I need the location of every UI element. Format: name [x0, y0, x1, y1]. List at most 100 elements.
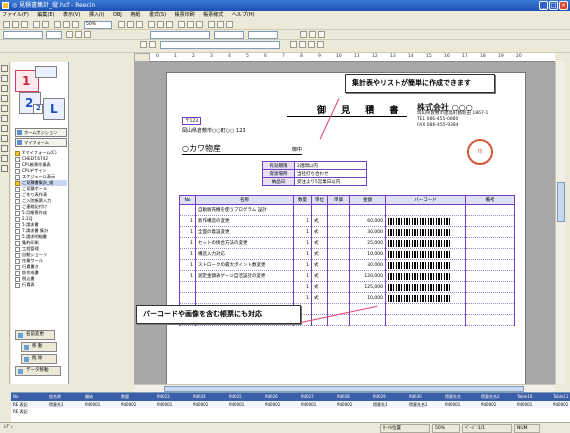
home-position-button[interactable]: ホームポジション	[15, 128, 67, 137]
grid-cell[interactable]: fld0001	[443, 401, 479, 408]
client-name-field[interactable]: ○カワ物産 御中	[182, 143, 302, 155]
distribute-h-icon[interactable]	[290, 41, 297, 48]
print-icon[interactable]	[33, 21, 40, 28]
horizontal-scrollbar[interactable]	[134, 384, 555, 392]
grid-cell[interactable]: fld0001	[299, 401, 335, 408]
pointer-icon[interactable]	[1, 65, 8, 72]
fill-color-icon[interactable]	[309, 31, 316, 38]
check-tool-icon[interactable]	[1, 165, 8, 172]
delete-button[interactable]: 削 除	[21, 354, 57, 364]
zip-code[interactable]: 〒123	[182, 117, 202, 125]
image-tool-icon[interactable]	[1, 125, 8, 132]
zoom-select[interactable]: 50%	[84, 21, 112, 29]
company-seal-stamp[interactable]: 印	[467, 139, 493, 165]
align-center-icon[interactable]	[187, 21, 194, 28]
font-size-select[interactable]	[46, 31, 62, 39]
menu-format[interactable]: 書式(S)	[149, 12, 166, 18]
grid-cell[interactable]: fld0001	[119, 401, 155, 408]
text-tool-icon[interactable]	[1, 75, 8, 82]
bold-icon[interactable]	[66, 31, 73, 38]
grid-cell[interactable]: RE 表記	[11, 408, 47, 415]
grid-column-header[interactable]: fld026	[263, 393, 299, 401]
tree-item[interactable]: CHEDT.6742	[15, 156, 67, 162]
paste-icon[interactable]	[72, 21, 79, 28]
data-grid-row[interactable]: RE 表記 得意先1 fld0001 fld0001 fld0001 fld0001 fld…	[11, 401, 570, 408]
formula-field[interactable]	[160, 41, 280, 49]
grid-cell[interactable]: fld0001	[83, 401, 119, 408]
menu-form[interactable]: 帳票様式	[203, 12, 223, 18]
grid-column-header[interactable]: fld027	[299, 393, 335, 401]
distribute-v-icon[interactable]	[299, 41, 306, 48]
menu-file[interactable]: ファイル(F)	[2, 12, 29, 18]
page-thumbnail-3[interactable]: L	[43, 98, 65, 120]
menu-print[interactable]: 帳票印刷	[175, 12, 195, 18]
ellipse-tool-icon[interactable]	[1, 105, 8, 112]
grid-column-header[interactable]: Table10	[515, 393, 551, 401]
grid-cell[interactable]: fld0001	[191, 401, 227, 408]
issuer-block[interactable]: 株式会社 ○○○ 岡山県倉敷市連島町鶴新田 1867-1 TEL 086-455…	[417, 104, 522, 129]
grid-column-header[interactable]: fld024	[191, 393, 227, 401]
grid-icon[interactable]	[118, 21, 125, 28]
menu-obj[interactable]: OBJ	[113, 12, 122, 18]
grid-column-header[interactable]: 仮名称	[47, 393, 83, 401]
design-canvas[interactable]: 御 見 積 書 〒123 岡山県倉敷市○○町○○ 123 ○カワ物産 御中 株式…	[134, 62, 555, 384]
grid-column-header[interactable]: fld025	[227, 393, 263, 401]
page-thumbnail-tab[interactable]	[35, 66, 57, 78]
menu-insert[interactable]: 挿入(I)	[89, 12, 104, 18]
grid-column-header[interactable]: Table11	[551, 393, 570, 401]
text-icon[interactable]	[166, 21, 173, 28]
grid-cell[interactable]: fld0001	[263, 401, 299, 408]
new-icon[interactable]	[3, 21, 10, 28]
field-tool-icon[interactable]	[1, 145, 8, 152]
line-tool-icon[interactable]	[1, 85, 8, 92]
underline-icon[interactable]	[84, 31, 91, 38]
move-button[interactable]: 移 動	[21, 342, 57, 352]
same-height-icon[interactable]	[317, 41, 324, 48]
grid-cell[interactable]: RE 表記	[11, 401, 47, 408]
form-page[interactable]: 御 見 積 書 〒123 岡山県倉敷市○○町○○ 123 ○カワ物産 御中 株式…	[166, 72, 526, 384]
grid-column-header[interactable]: fld023	[155, 393, 191, 401]
grid-column-header[interactable]: fld029	[371, 393, 407, 401]
font-select[interactable]	[3, 31, 43, 39]
tree-item[interactable]: 行賃表	[15, 282, 67, 288]
table-tool-icon[interactable]	[1, 115, 8, 122]
ruler-icon[interactable]	[149, 41, 156, 48]
grid-column-header[interactable]: fld030	[407, 393, 443, 401]
grid-cell[interactable]: fld0001	[227, 401, 263, 408]
rect-tool-icon[interactable]	[1, 95, 8, 102]
y-position-field[interactable]	[248, 31, 278, 39]
item-row[interactable]: 1 ストロークの最大ポイント数変更 1 式 30,000	[179, 259, 515, 271]
item-row[interactable]: 1 新作構造の変更 1 式 60,000	[179, 215, 515, 227]
grid-cell[interactable]: fld0001	[515, 401, 551, 408]
grid-column-header[interactable]: No	[11, 393, 47, 401]
page-thumbnail-4[interactable]: 2	[33, 104, 43, 114]
open-icon[interactable]	[12, 21, 19, 28]
object-name-field[interactable]	[150, 31, 210, 39]
item-row[interactable]: 自動販売機を使うプログラム 設計	[179, 204, 515, 216]
align-left-icon[interactable]	[178, 21, 185, 28]
minimize-button[interactable]: _	[539, 1, 548, 10]
grid-column-header[interactable]: 数量	[119, 393, 155, 401]
grid-cell[interactable]: fld0001	[335, 401, 371, 408]
vertical-scrollbar[interactable]	[555, 62, 565, 384]
vertical-scroll-thumb[interactable]	[557, 182, 565, 222]
barcode-icon[interactable]	[157, 21, 164, 28]
menu-paper[interactable]: 用紙	[130, 12, 140, 18]
item-row[interactable]: 1 全面の着設変更 1 式 30,000	[179, 226, 515, 238]
send-back-icon[interactable]	[217, 21, 224, 28]
grid-cell[interactable]: fld0001	[551, 401, 570, 408]
chart-icon[interactable]	[136, 21, 143, 28]
grid-cell[interactable]: 得意先1	[371, 401, 407, 408]
grid-cell[interactable]: 得意先名1	[407, 401, 443, 408]
menu-help[interactable]: ヘルプ(H)	[232, 12, 255, 18]
grid-cell[interactable]: fld0001	[479, 401, 515, 408]
data-grid[interactable]: No 仮名称 開始 数量 fld023 fld024 fld025 fld026 fld027 f…	[11, 392, 570, 422]
calc-tool-icon[interactable]	[1, 155, 8, 162]
data-move-button[interactable]: データ移動	[15, 366, 61, 376]
grid-column-header[interactable]: fld028	[335, 393, 371, 401]
copy-icon[interactable]	[63, 21, 70, 28]
cut-icon[interactable]	[54, 21, 61, 28]
data-grid-row[interactable]: RE 表記	[11, 408, 570, 415]
same-width-icon[interactable]	[308, 41, 315, 48]
italic-icon[interactable]	[75, 31, 82, 38]
